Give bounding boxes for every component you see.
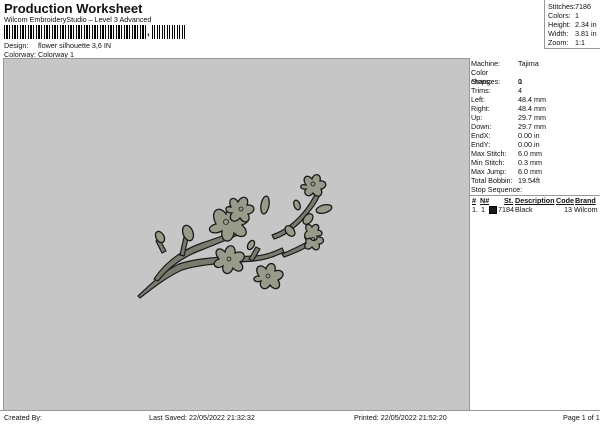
- bud-1: [181, 224, 195, 242]
- property-row: Min Stitch: 0.3 mm: [471, 158, 542, 167]
- colors-value: 1: [575, 11, 579, 20]
- property-label: Down:: [471, 122, 492, 131]
- property-value: 48.4 mm: [518, 95, 546, 104]
- property-row: Down: 29.7 mm: [471, 122, 546, 131]
- flower-5: [300, 174, 327, 197]
- barcode: [4, 25, 146, 39]
- printed-date: Printed: 22/05/2022 21:52:20: [354, 413, 447, 422]
- property-value: 4: [518, 86, 522, 95]
- property-label: EndY:: [471, 140, 491, 149]
- property-value: 1: [518, 77, 522, 86]
- row-stitches: 7184: [498, 205, 514, 214]
- property-row: Machine: Tajima: [471, 59, 539, 68]
- property-label: Max Jump:: [471, 167, 507, 176]
- property-row: Max Stitch: 6.0 mm: [471, 149, 542, 158]
- row-index: 1.: [472, 205, 478, 214]
- barcode-separator: ,: [147, 27, 150, 38]
- table-row[interactable]: 1. 1 7184 Black 13 Wilcom: [470, 205, 600, 215]
- stitches-value: 7186: [575, 2, 591, 11]
- property-row: EndY: 0.00 in: [471, 140, 540, 149]
- property-value: 19.54ft: [518, 176, 540, 185]
- property-row: Max Jump: 6.0 mm: [471, 167, 542, 176]
- flower-4: [253, 262, 284, 290]
- property-value: 0.3 mm: [518, 158, 542, 167]
- colors-row: Colors: 1: [548, 11, 579, 20]
- property-row: Color changes: 0: [471, 68, 522, 86]
- colors-label: Colors:: [548, 11, 571, 20]
- width-row: Width: 3.81 in: [548, 29, 597, 38]
- property-label: Up:: [471, 113, 483, 122]
- height-value: 2.34 in: [575, 20, 597, 29]
- stitches-row: Stitches:7186: [548, 2, 591, 11]
- zoom-label: Zoom:: [548, 38, 569, 47]
- design-row: Design: flower silhouette 3,6 IN: [4, 41, 111, 50]
- row-code: 13: [564, 205, 572, 214]
- properties-panel: Machine: Tajima Color changes: 0 Stops: 1 Trim…: [469, 58, 600, 409]
- property-label: Max Stitch:: [471, 149, 507, 158]
- page-number: Page 1 of 1: [563, 413, 600, 422]
- zoom-value: 1:1: [575, 38, 585, 47]
- property-label: Right:: [471, 104, 490, 113]
- bud-2: [154, 230, 166, 244]
- stop-sequence-title: Stop Sequence:: [471, 185, 523, 194]
- height-label: Height:: [548, 20, 571, 29]
- property-row: Total Bobbin: 19.54ft: [471, 176, 540, 185]
- last-saved: Last Saved: 22/05/2022 21:32:32: [149, 413, 255, 422]
- flower-3: [213, 245, 245, 275]
- color-swatch: [489, 206, 497, 214]
- created-by: Created By:: [4, 413, 42, 422]
- zoom-row: Zoom: 1:1: [548, 38, 585, 47]
- design-preview[interactable]: [3, 58, 470, 411]
- worksheet-footer: Created By: Last Saved: 22/05/2022 21:32…: [0, 410, 600, 425]
- design-value: flower silhouette 3,6 IN: [38, 41, 112, 50]
- property-row: EndX: 0.00 in: [471, 131, 540, 140]
- flower-2: [225, 196, 255, 223]
- height-row: Height: 2.34 in: [548, 20, 597, 29]
- row-needle: 1: [481, 205, 485, 214]
- property-label: Machine:: [471, 59, 501, 68]
- software-subtitle: Wilcom EmbroideryStudio – Level 3 Advanc…: [4, 15, 152, 24]
- property-value: 6.0 mm: [518, 149, 542, 158]
- page-title: Production Worksheet: [4, 1, 143, 16]
- property-label: Left:: [471, 95, 485, 104]
- flower-branch-design: [137, 174, 333, 299]
- property-value: 29.7 mm: [518, 122, 546, 131]
- property-value: 0.00 in: [518, 140, 540, 149]
- property-value: 29.7 mm: [518, 113, 546, 122]
- width-value: 3.81 in: [575, 29, 597, 38]
- property-row: Left: 48.4 mm: [471, 95, 546, 104]
- row-brand: Wilcom: [574, 205, 598, 214]
- stitches-label: Stitches:: [548, 2, 576, 11]
- worksheet-header: Production Worksheet Wilcom EmbroiderySt…: [0, 0, 600, 59]
- property-label: Min Stitch:: [471, 158, 505, 167]
- property-row: Right: 48.4 mm: [471, 104, 546, 113]
- bud-3: [260, 195, 270, 215]
- bud-8: [293, 199, 301, 211]
- property-row: Trims: 4: [471, 86, 522, 95]
- property-value: 6.0 mm: [518, 167, 542, 176]
- property-label: Total Bobbin:: [471, 176, 513, 185]
- bud-5: [315, 203, 333, 215]
- property-label: Trims:: [471, 86, 491, 95]
- property-row: Stops: 1: [471, 77, 522, 86]
- property-value: Tajima: [518, 59, 539, 68]
- property-label: EndX:: [471, 131, 491, 140]
- design-label: Design:: [4, 41, 29, 50]
- width-label: Width:: [548, 29, 569, 38]
- summary-box: Stitches:7186 Colors: 1 Height: 2.34 in Wi…: [544, 0, 600, 49]
- property-label: Stops:: [471, 77, 492, 86]
- property-value: 0.00 in: [518, 131, 540, 140]
- property-value: 48.4 mm: [518, 104, 546, 113]
- barcode-secondary: [152, 25, 186, 39]
- property-row: Up: 29.7 mm: [471, 113, 546, 122]
- row-description: Black: [515, 205, 533, 214]
